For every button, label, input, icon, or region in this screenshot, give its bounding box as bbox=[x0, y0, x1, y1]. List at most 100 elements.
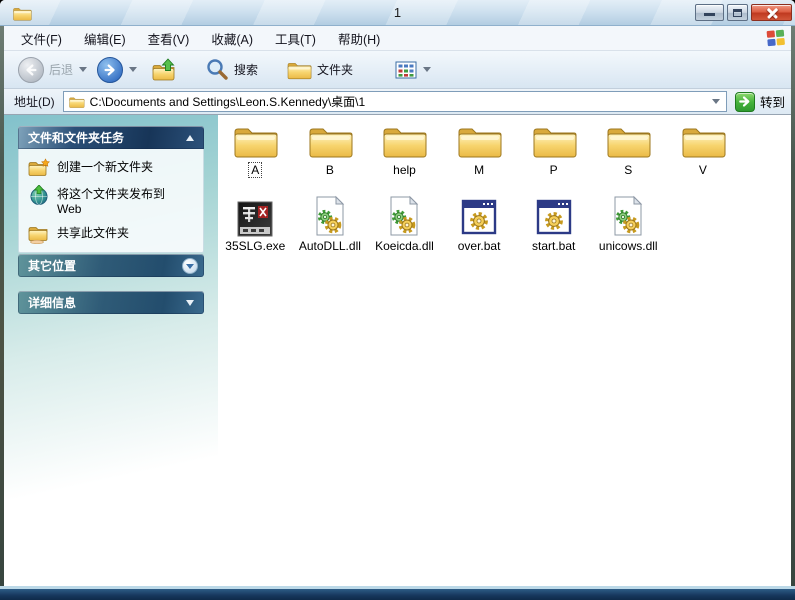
views-icon bbox=[395, 60, 417, 80]
window-border-bottom bbox=[0, 586, 795, 600]
address-dropdown-button[interactable] bbox=[708, 93, 724, 110]
folder-item[interactable]: A bbox=[218, 119, 293, 177]
share-folder-icon bbox=[28, 224, 50, 244]
menu-tools[interactable]: 工具(T) bbox=[264, 26, 327, 51]
folders-button[interactable]: 文件夹 bbox=[286, 59, 353, 81]
forward-history-chevron[interactable] bbox=[129, 67, 137, 72]
folder-item[interactable]: B bbox=[293, 119, 368, 177]
main-area: 文件和文件夹任务 创建一个新文件夹 将这个文件夹发布到 Web 共享此文件夹 bbox=[4, 115, 791, 586]
search-label: 搜索 bbox=[234, 61, 258, 78]
views-chevron bbox=[423, 67, 431, 72]
details-title: 详细信息 bbox=[28, 294, 76, 311]
details-header[interactable]: 详细信息 bbox=[18, 291, 204, 314]
exe-file-icon bbox=[237, 201, 273, 237]
forward-arrow-icon bbox=[103, 63, 117, 77]
file-label: Koeicda.dll bbox=[373, 239, 436, 253]
sidebar: 文件和文件夹任务 创建一个新文件夹 将这个文件夹发布到 Web 共享此文件夹 bbox=[4, 115, 218, 586]
file-label: AutoDLL.dll bbox=[297, 239, 363, 253]
maximize-button[interactable] bbox=[727, 4, 748, 21]
task-create-new-folder[interactable]: 创建一个新文件夹 bbox=[28, 158, 197, 178]
dll-file-icon bbox=[312, 195, 348, 237]
explorer-window: 1 文件(F) 编辑(E) 查看(V) 收藏(A) 工具(T) 帮助(H) 后退 bbox=[0, 0, 795, 600]
folder-row: A B help M P bbox=[218, 119, 740, 177]
task-share-folder[interactable]: 共享此文件夹 bbox=[28, 224, 197, 244]
tasks-panel-header[interactable]: 文件和文件夹任务 bbox=[18, 126, 204, 149]
bat-file-icon bbox=[460, 197, 498, 237]
folder-label: B bbox=[324, 163, 336, 177]
menu-bar: 文件(F) 编辑(E) 查看(V) 收藏(A) 工具(T) 帮助(H) bbox=[4, 26, 791, 51]
back-history-chevron[interactable] bbox=[79, 67, 87, 72]
window-border-left bbox=[0, 26, 4, 586]
toolbar: 后退 搜索 文件夹 bbox=[4, 51, 791, 89]
tasks-panel-title: 文件和文件夹任务 bbox=[28, 129, 124, 146]
folder-item[interactable]: S bbox=[591, 119, 666, 177]
folder-icon bbox=[307, 121, 353, 161]
folder-label: help bbox=[391, 163, 418, 177]
folder-icon bbox=[605, 121, 651, 161]
go-button[interactable] bbox=[735, 92, 755, 112]
folder-label: V bbox=[697, 163, 709, 177]
collapse-down-icon[interactable] bbox=[186, 300, 194, 306]
folder-icon bbox=[381, 121, 427, 161]
maximize-icon bbox=[733, 9, 742, 17]
file-item[interactable]: 35SLG.exe bbox=[218, 191, 293, 253]
folder-item[interactable]: P bbox=[516, 119, 591, 177]
window-title: 1 bbox=[0, 5, 795, 20]
menu-edit[interactable]: 编辑(E) bbox=[73, 26, 137, 51]
task-publish-to-web[interactable]: 将这个文件夹发布到 Web bbox=[28, 185, 197, 217]
other-places-header[interactable]: 其它位置 bbox=[18, 254, 204, 277]
folder-label-selected: A bbox=[249, 163, 261, 177]
file-label: over.bat bbox=[456, 239, 503, 253]
chevron-down-icon bbox=[712, 99, 720, 104]
file-item[interactable]: AutoDLL.dll bbox=[293, 191, 368, 253]
file-list-area[interactable]: A B help M P bbox=[218, 115, 791, 586]
address-bar: 地址(D) C:\Documents and Settings\Leon.S.K… bbox=[4, 89, 791, 115]
title-bar: 1 bbox=[0, 0, 795, 26]
folder-item[interactable]: help bbox=[367, 119, 442, 177]
address-path[interactable]: C:\Documents and Settings\Leon.S.Kennedy… bbox=[90, 93, 708, 110]
file-item[interactable]: Koeicda.dll bbox=[367, 191, 442, 253]
folder-label: P bbox=[548, 163, 560, 177]
address-folder-icon bbox=[68, 95, 85, 109]
address-label: 地址(D) bbox=[14, 93, 55, 110]
file-row: 35SLG.exe AutoDLL.dll Koeicda.dll over.b… bbox=[218, 191, 666, 253]
back-button[interactable]: 后退 bbox=[18, 57, 73, 83]
views-button[interactable] bbox=[395, 60, 431, 80]
folders-icon bbox=[286, 59, 312, 81]
windows-logo-icon bbox=[765, 27, 787, 49]
forward-button[interactable] bbox=[87, 57, 123, 83]
close-button[interactable] bbox=[751, 4, 792, 21]
minimize-button[interactable] bbox=[695, 4, 724, 21]
other-places-title: 其它位置 bbox=[28, 257, 76, 274]
back-arrow-icon bbox=[24, 63, 38, 77]
folder-label: M bbox=[472, 163, 486, 177]
collapse-up-icon[interactable] bbox=[186, 135, 194, 141]
minimize-icon bbox=[704, 13, 715, 16]
folder-icon bbox=[531, 121, 577, 161]
tasks-panel-body: 创建一个新文件夹 将这个文件夹发布到 Web 共享此文件夹 bbox=[18, 149, 204, 253]
go-label: 转到 bbox=[760, 92, 785, 111]
file-item[interactable]: unicows.dll bbox=[591, 191, 666, 253]
folder-item[interactable]: M bbox=[442, 119, 517, 177]
folder-icon bbox=[456, 121, 502, 161]
menu-help[interactable]: 帮助(H) bbox=[327, 26, 391, 51]
details-panel: 详细信息 bbox=[18, 291, 204, 314]
chevron-down-icon bbox=[186, 264, 194, 269]
bat-file-icon bbox=[535, 197, 573, 237]
search-button[interactable]: 搜索 bbox=[205, 58, 258, 82]
publish-web-icon bbox=[28, 185, 50, 205]
up-folder-button[interactable] bbox=[151, 58, 177, 82]
folder-icon bbox=[232, 121, 278, 161]
file-item[interactable]: over.bat bbox=[442, 191, 517, 253]
expand-button[interactable] bbox=[182, 258, 198, 274]
file-item[interactable]: start.bat bbox=[516, 191, 591, 253]
dll-file-icon bbox=[386, 195, 422, 237]
menu-file[interactable]: 文件(F) bbox=[10, 26, 73, 51]
tasks-panel: 文件和文件夹任务 创建一个新文件夹 将这个文件夹发布到 Web 共享此文件夹 bbox=[18, 126, 204, 253]
folder-item[interactable]: V bbox=[666, 119, 741, 177]
menu-view[interactable]: 查看(V) bbox=[137, 26, 201, 51]
address-input[interactable]: C:\Documents and Settings\Leon.S.Kennedy… bbox=[63, 91, 727, 112]
back-label: 后退 bbox=[49, 61, 73, 78]
menu-favorites[interactable]: 收藏(A) bbox=[200, 26, 264, 51]
window-border-right bbox=[791, 26, 795, 586]
